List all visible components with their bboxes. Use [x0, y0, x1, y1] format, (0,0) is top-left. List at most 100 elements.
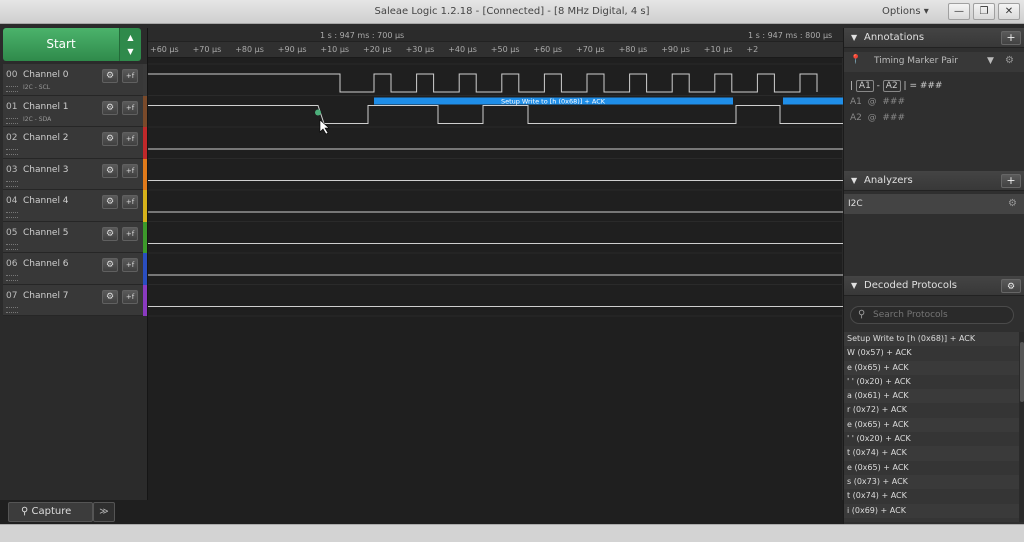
trigger-button[interactable]: +f [122, 69, 138, 83]
more-tabs-button[interactable]: ≫ [93, 502, 115, 522]
trigger-button[interactable]: +f [122, 258, 138, 272]
add-annotation-button[interactable]: + [1001, 31, 1021, 45]
decoded-protocols-header[interactable]: ▼ Decoded Protocols ⚙ [844, 276, 1024, 296]
decoded-scrollbar[interactable] [1019, 332, 1024, 522]
drag-handle-icon[interactable] [6, 275, 18, 281]
restore-button[interactable]: ❐ [973, 3, 995, 20]
drag-handle-icon[interactable] [6, 180, 18, 187]
start-options-button[interactable]: ▲ ▼ [119, 28, 141, 61]
channel-row[interactable]: 05 Channel 5 ⚙ +f [3, 221, 147, 253]
channel-number: 05 [6, 227, 18, 238]
decoded-row[interactable]: Setup Write to [h (0x68)] + ACK [844, 332, 1019, 347]
marker-pair-value: = ### [909, 81, 943, 91]
decoded-row[interactable]: W (0x57) + ACK [844, 346, 1019, 360]
decoded-row[interactable]: e (0x65) + ACK [844, 360, 1019, 375]
decoded-row[interactable]: t (0x74) + ACK [844, 446, 1019, 461]
trigger-button[interactable]: +f [122, 289, 138, 304]
decoded-row[interactable]: ' ' (0x20) + ACK [844, 375, 1019, 389]
drag-handle-icon[interactable] [6, 117, 18, 124]
trigger-button[interactable]: +f [122, 163, 138, 178]
drag-handle-icon[interactable] [6, 243, 18, 250]
options-menu[interactable]: Options ▾ [882, 6, 929, 17]
gear-icon[interactable]: ⚙ [1008, 194, 1017, 214]
channel-row[interactable]: 04 Channel 4 ⚙ +f [3, 190, 147, 222]
marker-label: A1 [850, 97, 862, 107]
trigger-button[interactable]: +f [122, 195, 138, 209]
channel-settings-button[interactable]: ⚙ [102, 132, 118, 146]
channel-list: 00 Channel 0 I2C - SCL ⚙ +f 01 Channel 1 I2C - … [3, 64, 147, 316]
gear-icon[interactable]: ⚙ [1005, 55, 1014, 66]
window-title: Saleae Logic 1.2.18 - [Connected] - [8 M… [374, 6, 650, 17]
scl-waveform [148, 73, 818, 93]
close-button[interactable]: ✕ [998, 3, 1020, 20]
channel-name[interactable]: Channel 6 [23, 259, 69, 269]
decoded-row[interactable]: a (0x61) + ACK [844, 389, 1019, 404]
trigger-button[interactable]: +f [122, 226, 138, 241]
channel-settings-button[interactable]: ⚙ [102, 100, 118, 115]
right-panels: ▼ Annotations + 📍 Timing Marker Pair ▼ ⚙… [843, 28, 1024, 524]
tab-capture[interactable]: ⚲ Capture [8, 502, 93, 522]
analyzers-header[interactable]: ▼ Analyzers + [844, 171, 1024, 191]
marker-label: A2 [850, 113, 862, 123]
start-condition-marker[interactable] [315, 109, 321, 116]
drag-handle-icon[interactable] [6, 212, 18, 218]
channel-row[interactable]: 03 Channel 3 ⚙ +f [3, 158, 147, 190]
minimize-button[interactable]: — [948, 3, 970, 20]
channel-settings-button[interactable]: ⚙ [102, 69, 118, 83]
trigger-button[interactable]: +f [122, 100, 138, 115]
channel-settings-button[interactable]: ⚙ [102, 226, 118, 241]
channel-name[interactable]: Channel 1 [23, 102, 69, 112]
marker-value: ### [882, 113, 905, 123]
decoded-row[interactable]: e (0x65) + ACK [844, 461, 1019, 475]
chevron-down-icon: ▼ [127, 47, 134, 56]
decoded-row[interactable]: ' ' (0x20) + ACK [844, 432, 1019, 446]
analyzer-item-i2c[interactable]: I2C ⚙ [844, 194, 1024, 214]
channel-name[interactable]: Channel 7 [23, 291, 69, 301]
waveform-canvas[interactable]: Setup Write to [h (0x68)] + ACK [148, 28, 843, 517]
channel-settings-button[interactable]: ⚙ [102, 258, 118, 272]
marker-dropdown-icon[interactable]: ▼ [987, 56, 994, 66]
decoded-row[interactable]: e (0x65) + ACK [844, 417, 1019, 433]
decoded-row[interactable]: r (0x72) + ACK [844, 403, 1019, 417]
search-protocols-box[interactable]: ⚲ [850, 306, 1014, 324]
scroll-thumb[interactable] [1020, 342, 1024, 402]
drag-handle-icon[interactable] [6, 306, 18, 313]
channel-row[interactable]: 07 Channel 7 ⚙ +f [3, 284, 147, 316]
channel-number: 03 [6, 164, 18, 175]
timing-marker-row[interactable]: 📍 Timing Marker Pair ▼ ⚙ [844, 52, 1024, 72]
decoded-list[interactable]: Setup Write to [h (0x68)] + ACK W (0x57) … [844, 332, 1019, 522]
annotations-header[interactable]: ▼ Annotations + [844, 28, 1024, 48]
channel-row[interactable]: 00 Channel 0 I2C - SCL ⚙ +f [3, 64, 147, 96]
channel-name[interactable]: Channel 5 [23, 228, 69, 238]
channel-row[interactable]: 01 Channel 1 I2C - SDA ⚙ +f [3, 95, 147, 127]
decoded-row[interactable]: s (0x73) + ACK [844, 474, 1019, 490]
drag-handle-icon[interactable] [6, 149, 18, 155]
channel-settings-button[interactable]: ⚙ [102, 289, 118, 304]
channel-row[interactable]: 02 Channel 2 ⚙ +f [3, 127, 147, 159]
collapse-triangle-icon: ▼ [851, 33, 858, 42]
decoded-settings-button[interactable]: ⚙ [1001, 279, 1021, 293]
decoded-row[interactable]: i (0x69) + ACK [844, 503, 1019, 518]
channel-name[interactable]: Channel 0 [23, 70, 69, 80]
trigger-button[interactable]: +f [122, 132, 138, 146]
search-input[interactable] [873, 310, 1003, 320]
channel-name[interactable]: Channel 3 [23, 165, 69, 175]
drag-handle-icon[interactable] [6, 86, 18, 92]
decoded-protocols-title: Decoded Protocols [864, 280, 958, 291]
add-analyzer-button[interactable]: + [1001, 174, 1021, 188]
channel-name[interactable]: Channel 4 [23, 196, 69, 206]
marker-a2-badge[interactable]: A2 [882, 80, 901, 92]
collapse-triangle-icon: ▼ [851, 281, 858, 290]
waveform-view[interactable]: 1 s : 947 ms : 700 μs 1 s : 947 ms : 800… [147, 28, 843, 519]
channel-analyzer-label: I2C - SCL [23, 84, 51, 91]
start-button[interactable]: Start [3, 28, 119, 61]
marker-a1-badge[interactable]: A1 [855, 80, 874, 92]
channel-settings-button[interactable]: ⚙ [102, 195, 118, 209]
decode-bar[interactable] [783, 97, 843, 105]
channel-number: 01 [6, 101, 18, 112]
decoded-row[interactable]: t (0x74) + ACK [844, 489, 1019, 503]
channel-settings-button[interactable]: ⚙ [102, 163, 118, 178]
channel-name[interactable]: Channel 2 [23, 133, 69, 143]
channel-number: 02 [6, 133, 18, 143]
channel-row[interactable]: 06 Channel 6 ⚙ +f [3, 253, 147, 285]
